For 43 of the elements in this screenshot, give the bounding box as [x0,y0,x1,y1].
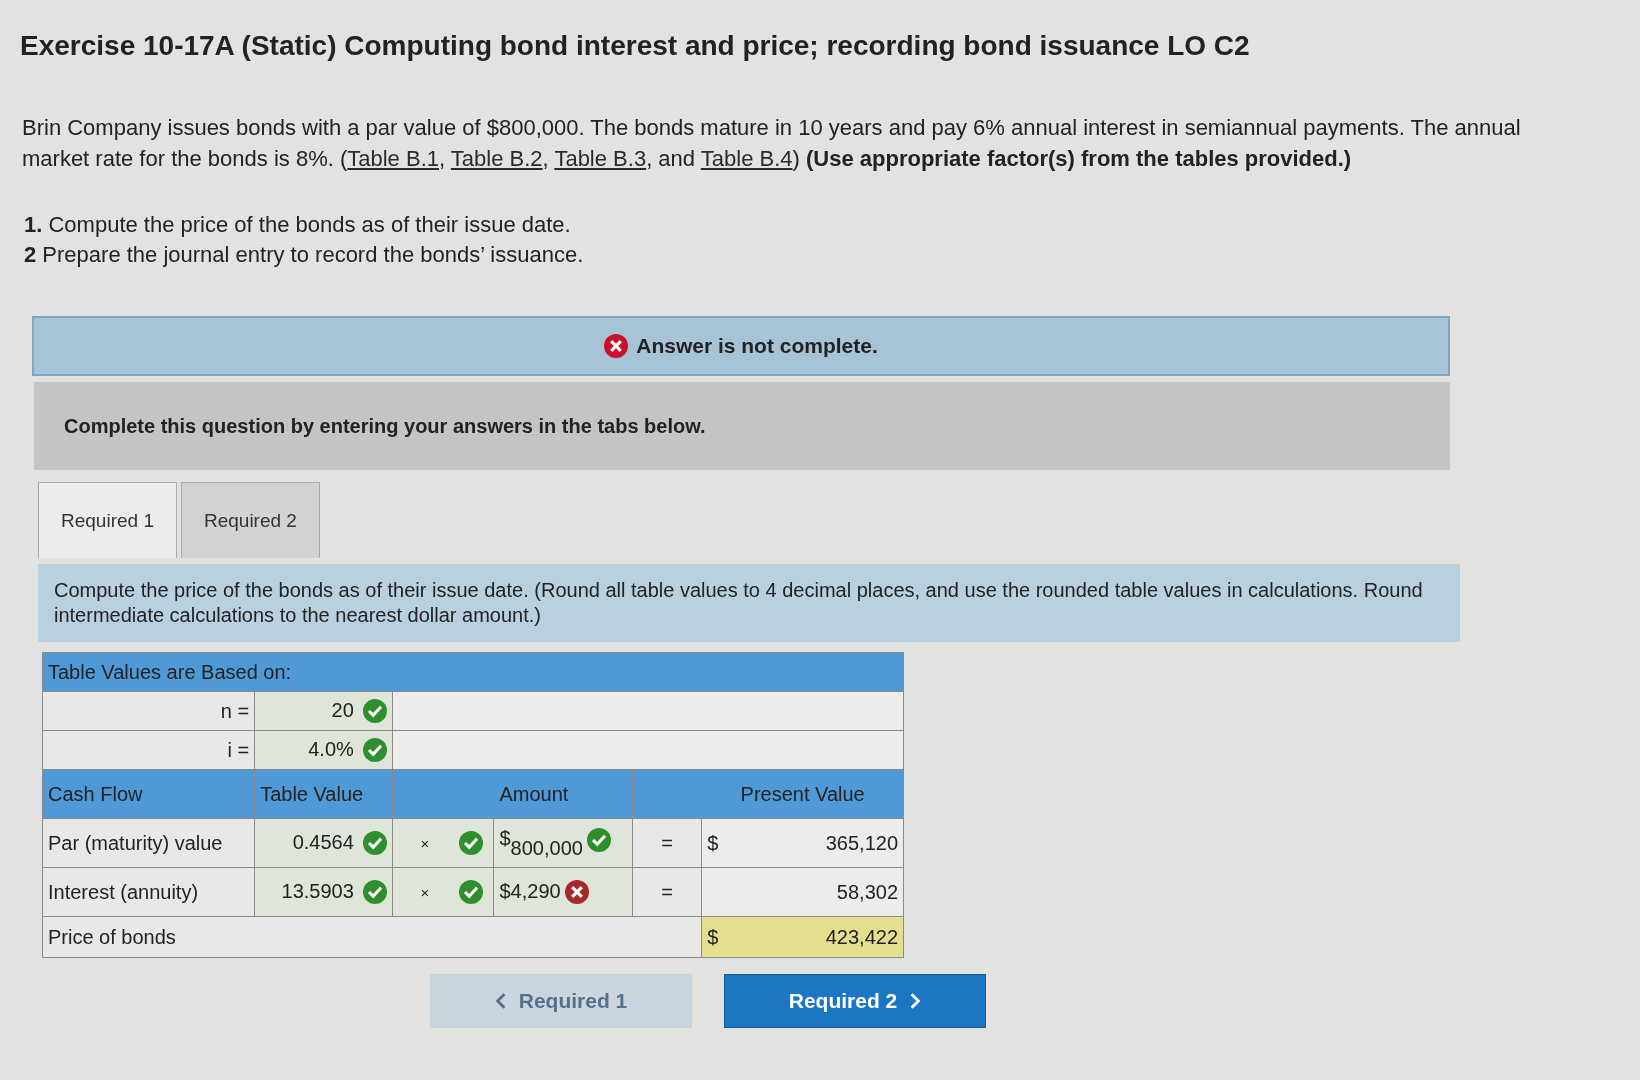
currency-sign: $ [707,831,719,854]
table-cell: Par (maturity) value [42,818,255,868]
input-field[interactable]: 13.5903 [254,867,393,917]
status-text: Answer is not complete. [636,334,878,358]
problem-text: Brin Company issues bonds with a par value of $800,000. The bonds mature in 10 years and pay 6% annual interest in semiannual payments. The annual market rate for the bonds is 8%. (Table B.1, Table B.2, Table B.3, and Table B.4) (Use appropriate factor(s) from the tables provided.) [22,114,1522,173]
table-cell: 58,302 [734,867,904,917]
table-cell: n = [42,691,255,731]
input-field[interactable]: 4.0% [254,730,393,770]
input-field[interactable]: 0.4564 [254,818,393,868]
operator-symbol: = [632,867,702,917]
column-header: Present Value [701,769,904,819]
column-header: Table Value [254,769,393,819]
column-header: Cash Flow [42,769,255,819]
table-link[interactable]: Table B.2 [450,146,543,171]
table-link[interactable]: Table B.3 [554,146,647,171]
requirement-item: 1. Compute the price of the bonds as of their issue date. [24,211,572,239]
tab[interactable]: Required 2 [180,482,320,558]
table-cell: i = [42,730,255,770]
currency-sign: $ [499,879,511,902]
tab[interactable]: Required 1 [38,482,177,558]
table-heading: Table Values are Based on: [42,652,904,692]
table-cell: Interest (annuity) [42,867,255,917]
column-header: Amount [493,769,633,819]
operator-symbol: = [632,818,702,868]
currency-sign: $ [499,827,511,849]
table-cell: Price of bonds [42,916,702,958]
table-link[interactable]: Table B.4 [700,146,793,171]
prompt-text: Compute the price of the bonds as of their issue date. (Round all table values to 4 decimal places, and use the rounded table values in calculations. Round intermediate calculations to the nearest dollar amount.) [54,579,1423,626]
nav-button[interactable]: Required 2 [724,974,986,1028]
chevron-left-icon [494,992,507,1010]
requirement-item: 2 Prepare the journal entry to record the bonds’ issuance. [24,241,585,269]
total-value: 423,422 [734,916,904,958]
operator-symbol: × [420,834,430,852]
currency-sign: $ [707,925,719,948]
operator-symbol: × [420,883,430,901]
input-field[interactable]: 4,290 [510,879,561,902]
input-field[interactable]: 20 [254,691,393,731]
instruction-text: Complete this question by entering your answers in the tabs below. [64,414,706,438]
exercise-title: Exercise 10-17A (Static) Computing bond interest and price; recording bond issuance LO C2 [20,30,1251,62]
input-field[interactable]: 800,000 [510,837,583,859]
table-link[interactable]: Table B.1 [347,146,439,171]
chevron-right-icon [909,992,922,1010]
table-cell: 365,120 [734,818,904,868]
